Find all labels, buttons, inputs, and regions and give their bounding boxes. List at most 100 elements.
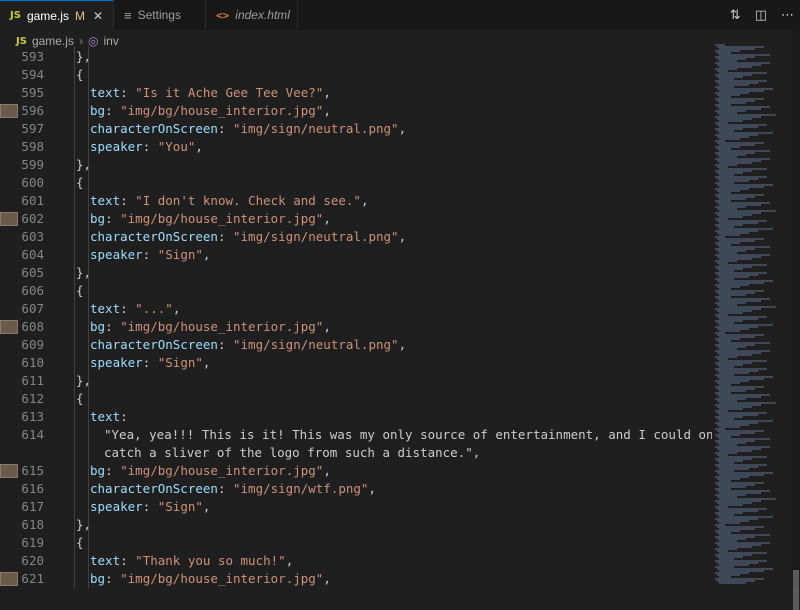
code-text: {	[76, 175, 84, 190]
code-line[interactable]: 617 speaker: "Sign",	[0, 498, 712, 516]
line-number: 597	[21, 121, 44, 136]
line-number: 607	[21, 301, 44, 316]
code-line[interactable]: catch a sliver of the logo from such a d…	[0, 444, 712, 462]
code-text: {	[76, 67, 84, 82]
code-line[interactable]: 614 "Yea, yea!!! This is it! This was my …	[0, 426, 712, 444]
code-line[interactable]: 612 {	[0, 390, 712, 408]
code-line[interactable]: 610 speaker: "Sign",	[0, 354, 712, 372]
line-number: 616	[21, 481, 44, 496]
line-number: 614	[21, 427, 44, 442]
line-number: 594	[21, 67, 44, 82]
code-text: text:	[90, 409, 128, 424]
code-text: catch a sliver of the logo from such a d…	[104, 445, 481, 460]
line-number: 601	[21, 193, 44, 208]
code-line[interactable]: 616 characterOnScreen: "img/sign/wtf.png"…	[0, 480, 712, 498]
code-line[interactable]: 598 speaker: "You",	[0, 138, 712, 156]
vertical-scrollbar[interactable]	[792, 30, 800, 610]
line-number: 593	[21, 49, 44, 64]
code-text: characterOnScreen: "img/sign/neutral.png…	[90, 229, 407, 244]
code-line[interactable]: 603 characterOnScreen: "img/sign/neutral.…	[0, 228, 712, 246]
code-line[interactable]: 597 characterOnScreen: "img/sign/neutral.…	[0, 120, 712, 138]
code-line[interactable]: 599},	[0, 156, 712, 174]
line-number: 620	[21, 553, 44, 568]
line-number: 598	[21, 139, 44, 154]
line-number: 604	[21, 247, 44, 262]
code-editor[interactable]: 593}, 594{595 text: "Is it Ache Gee Tee Ve…	[0, 46, 712, 588]
code-line[interactable]: 602 bg: "img/bg/house_interior.jpg",	[0, 210, 712, 228]
code-line[interactable]: 618},	[0, 516, 712, 534]
js-file-icon: JS	[16, 35, 27, 47]
code-line[interactable]: 607 text: "...",	[0, 300, 712, 318]
code-line[interactable]: 619 {	[0, 534, 712, 552]
code-text: speaker: "You",	[90, 139, 203, 154]
code-text: text: "Thank you so much!",	[90, 553, 294, 568]
code-text: bg: "img/bg/house_interior.jpg",	[90, 103, 331, 118]
settings-icon: ≡	[124, 7, 132, 23]
code-line[interactable]: 604 speaker: "Sign",	[0, 246, 712, 264]
code-text: bg: "img/bg/house_interior.jpg",	[90, 571, 331, 586]
line-number: 603	[21, 229, 44, 244]
js-file-icon: JS	[10, 10, 21, 21]
line-number: 600	[21, 175, 44, 190]
code-text: },	[76, 157, 92, 172]
tab-settings[interactable]: ≡ Settings	[114, 0, 207, 30]
line-number: 617	[21, 499, 44, 514]
code-line[interactable]: 595 text: "Is it Ache Gee Tee Vee?",	[0, 84, 712, 102]
html-file-icon: <>	[216, 8, 230, 22]
code-text: speaker: "Sign",	[90, 499, 211, 514]
editor-actions: ⇅ ◫ ⋯	[730, 0, 794, 30]
line-number: 596	[21, 103, 44, 118]
code-line[interactable]: 596 bg: "img/bg/house_interior.jpg",	[0, 102, 712, 120]
modified-badge: M	[74, 8, 85, 23]
minimap[interactable]	[712, 30, 792, 588]
tab-label: index.html	[235, 8, 290, 22]
tab-label: Settings	[137, 8, 181, 22]
code-line[interactable]: 594 {	[0, 66, 712, 84]
code-text: characterOnScreen: "img/sign/neutral.png…	[90, 337, 407, 352]
line-number: 608	[21, 319, 44, 334]
line-number: 609	[21, 337, 44, 352]
code-text: },	[76, 265, 92, 280]
code-text: bg: "img/bg/house_interior.jpg",	[90, 463, 331, 478]
code-line[interactable]: 600 {	[0, 174, 712, 192]
compare-changes-icon[interactable]: ⇅	[730, 8, 741, 23]
line-number: 618	[21, 517, 44, 532]
code-line[interactable]: 593},	[0, 48, 712, 66]
tab-game-js[interactable]: JS game.js M ✕	[0, 0, 115, 30]
code-line[interactable]: 606 {	[0, 282, 712, 300]
code-text: characterOnScreen: "img/sign/wtf.png",	[90, 481, 376, 496]
code-text: },	[76, 373, 92, 388]
code-line[interactable]: 611},	[0, 372, 712, 390]
code-text: text: "Is it Ache Gee Tee Vee?",	[90, 85, 331, 100]
code-line[interactable]: 605},	[0, 264, 712, 282]
line-number: 611	[21, 373, 44, 388]
tab-index-html[interactable]: <> index.html	[206, 0, 299, 30]
scrollbar-thumb[interactable]	[793, 570, 799, 610]
more-actions-icon[interactable]: ⋯	[781, 8, 794, 23]
code-line[interactable]: 608 bg: "img/bg/house_interior.jpg",	[0, 318, 712, 336]
code-line[interactable]: 609 characterOnScreen: "img/sign/neutral.…	[0, 336, 712, 354]
code-line[interactable]: 621 bg: "img/bg/house_interior.jpg",	[0, 570, 712, 588]
line-number: 612	[21, 391, 44, 406]
code-text: text: "I don't know. Check and see.",	[90, 193, 369, 208]
code-text: speaker: "Sign",	[90, 355, 211, 370]
line-number: 613	[21, 409, 44, 424]
code-text: bg: "img/bg/house_interior.jpg",	[90, 211, 331, 226]
code-line[interactable]: 613 text:	[0, 408, 712, 426]
code-line[interactable]: 620 text: "Thank you so much!",	[0, 552, 712, 570]
line-number: 615	[21, 463, 44, 478]
line-number: 619	[21, 535, 44, 550]
close-icon[interactable]: ✕	[93, 9, 103, 23]
code-line[interactable]: 601 text: "I don't know. Check and see.",	[0, 192, 712, 210]
code-text: },	[76, 49, 92, 64]
line-number: 595	[21, 85, 44, 100]
line-number: 599	[21, 157, 44, 172]
code-text: bg: "img/bg/house_interior.jpg",	[90, 319, 331, 334]
line-number: 621	[21, 571, 44, 586]
code-text: text: "...",	[90, 301, 181, 316]
split-editor-icon[interactable]: ◫	[755, 8, 767, 23]
line-number: 606	[21, 283, 44, 298]
line-number: 605	[21, 265, 44, 280]
code-line[interactable]: 615 bg: "img/bg/house_interior.jpg",	[0, 462, 712, 480]
code-text: speaker: "Sign",	[90, 247, 211, 262]
